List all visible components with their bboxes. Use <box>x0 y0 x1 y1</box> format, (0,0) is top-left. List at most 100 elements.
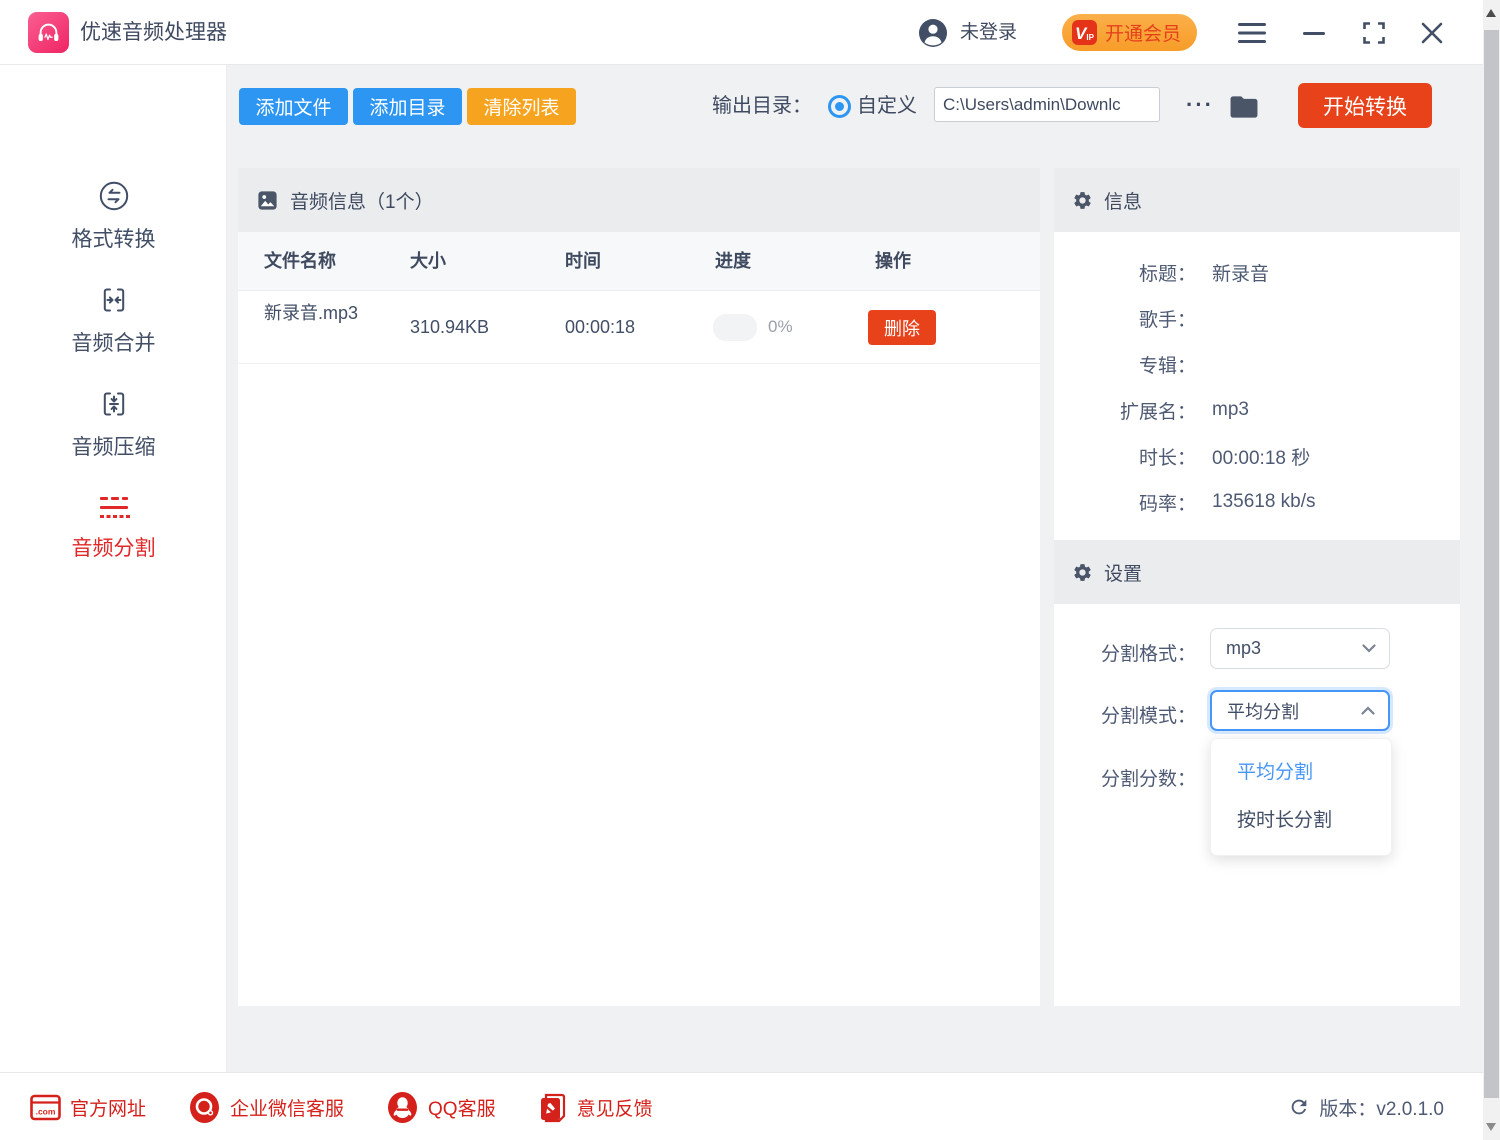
sidebar-item-audio-split[interactable]: 音频分割 <box>0 482 227 574</box>
add-file-button[interactable]: 添加文件 <box>239 88 348 125</box>
output-directory-label: 输出目录： <box>712 88 812 125</box>
vip-badge-icon: VIP <box>1072 20 1097 45</box>
sidebar-item-audio-compress[interactable]: 音频压缩 <box>0 378 227 470</box>
delete-file-button[interactable]: 删除 <box>868 310 936 345</box>
browse-more-button[interactable]: ··· <box>1184 88 1216 125</box>
table-header-row: 文件名称 大小 时间 进度 操作 <box>238 232 1040 291</box>
official-website-link[interactable]: .com 官方网址 <box>30 1094 146 1121</box>
file-size-cell: 310.94KB <box>410 291 489 363</box>
start-convert-button[interactable]: 开始转换 <box>1298 83 1432 128</box>
file-time-cell: 00:00:18 <box>565 291 635 363</box>
footer-link-label: QQ客服 <box>428 1094 496 1121</box>
svg-text:.com: .com <box>36 1106 56 1116</box>
open-folder-icon[interactable] <box>1227 90 1261 124</box>
audio-merge-icon <box>98 284 130 316</box>
custom-output-radio-label[interactable]: 自定义 <box>857 88 917 125</box>
col-header-size: 大小 <box>410 232 446 290</box>
wechat-service-link[interactable]: 企业微信客服 <box>188 1091 344 1124</box>
info-panel-header: 信息 <box>1054 168 1460 232</box>
file-name-cell: 新录音.mp3 <box>264 300 364 327</box>
add-directory-button[interactable]: 添加目录 <box>353 88 462 125</box>
info-label-extension: 扩展名： <box>1054 397 1196 424</box>
settings-panel-header: 设置 <box>1054 540 1460 604</box>
table-row: 新录音.mp3 310.94KB 00:00:18 0% 删除 <box>238 291 1040 364</box>
col-header-time: 时间 <box>565 232 601 290</box>
app-window: 优速音频处理器 未登录 VIP 开通会员 <box>0 0 1500 1140</box>
sidebar-item-audio-merge[interactable]: 音频合并 <box>0 274 227 366</box>
audio-files-panel-title: 音频信息（1个） <box>290 187 434 214</box>
sidebar-item-label: 音频合并 <box>72 327 156 357</box>
sidebar-item-label: 格式转换 <box>72 223 156 253</box>
clear-list-button[interactable]: 清除列表 <box>467 88 576 125</box>
info-panel-body: 标题： 新录音 歌手： 专辑： 扩展名： mp3 时长： 00:00:18 秒 码率：… <box>1054 232 1460 525</box>
scrollbar-down-arrow[interactable] <box>1486 1123 1496 1131</box>
maximize-icon <box>1362 21 1386 45</box>
split-mode-dropdown: 平均分割 按时长分割 <box>1210 738 1392 856</box>
app-logo <box>28 12 69 53</box>
info-label-title: 标题： <box>1054 259 1196 286</box>
sidebar: 格式转换 音频合并 音频压缩 <box>0 65 227 1072</box>
version-info: 版本：v2.0.1.0 <box>1288 1073 1444 1140</box>
vip-button-label: 开通会员 <box>1105 19 1181 46</box>
footer-link-label: 企业微信客服 <box>230 1094 344 1121</box>
minimize-icon <box>1302 21 1326 45</box>
refresh-icon[interactable] <box>1288 1096 1310 1118</box>
info-value-bitrate: 135618 kb/s <box>1212 491 1316 513</box>
minimize-button[interactable] <box>1296 0 1332 65</box>
qq-service-icon <box>386 1091 419 1124</box>
settings-panel: 设置 分割格式： mp3 分割模式： 平均分割 分割分数： 平均分割 按时长分割 <box>1054 540 1460 1006</box>
qq-service-link[interactable]: QQ客服 <box>386 1091 496 1124</box>
sidebar-item-label: 音频压缩 <box>72 431 156 461</box>
gear-icon <box>1072 190 1093 211</box>
audio-split-icon <box>97 495 131 521</box>
feedback-link[interactable]: 意见反馈 <box>538 1092 653 1123</box>
info-label-artist: 歌手： <box>1054 305 1196 332</box>
info-value-title: 新录音 <box>1212 259 1269 286</box>
dropdown-option-by-duration[interactable]: 按时长分割 <box>1211 797 1391 845</box>
footer-link-label: 官方网址 <box>70 1094 146 1121</box>
wechat-service-icon <box>188 1091 221 1124</box>
sidebar-item-format-convert[interactable]: 格式转换 <box>0 170 227 262</box>
col-header-filename: 文件名称 <box>264 232 336 290</box>
maximize-button[interactable] <box>1356 0 1392 65</box>
info-label-duration: 时长： <box>1054 443 1196 470</box>
vertical-scrollbar[interactable] <box>1483 0 1500 1140</box>
info-panel-title: 信息 <box>1104 187 1142 214</box>
footer: .com 官方网址 企业微信客服 <box>0 1072 1500 1140</box>
split-mode-label: 分割模式： <box>1054 701 1196 728</box>
footer-links: .com 官方网址 企业微信客服 <box>30 1073 653 1140</box>
settings-panel-body: 分割格式： mp3 分割模式： 平均分割 分割分数： 平均分割 按时长分割 <box>1054 604 1460 1006</box>
login-state-label[interactable]: 未登录 <box>960 0 1017 65</box>
col-header-progress: 进度 <box>715 232 751 290</box>
info-label-album: 专辑： <box>1054 351 1196 378</box>
split-count-label: 分割分数： <box>1054 764 1196 791</box>
split-format-label: 分割格式： <box>1054 639 1196 666</box>
close-icon <box>1421 22 1443 44</box>
scrollbar-up-arrow[interactable] <box>1486 9 1496 17</box>
split-mode-select[interactable]: 平均分割 <box>1210 690 1390 731</box>
scrollbar-thumb[interactable] <box>1484 30 1499 1098</box>
format-convert-icon <box>98 180 130 212</box>
info-value-extension: mp3 <box>1212 399 1249 421</box>
info-label-bitrate: 码率： <box>1054 489 1196 516</box>
info-value-duration: 00:00:18 秒 <box>1212 443 1310 470</box>
audio-compress-icon <box>98 388 130 420</box>
split-format-select[interactable]: mp3 <box>1210 628 1390 669</box>
audio-files-panel-header: 音频信息（1个） <box>238 168 1040 232</box>
chevron-down-icon <box>1362 644 1376 653</box>
chevron-up-icon <box>1361 706 1375 715</box>
user-avatar-icon[interactable] <box>918 18 948 48</box>
sidebar-item-label: 音频分割 <box>72 532 156 562</box>
menu-button[interactable] <box>1234 0 1270 65</box>
radio-dot <box>835 102 844 111</box>
close-button[interactable] <box>1414 0 1450 65</box>
dropdown-option-average-split[interactable]: 平均分割 <box>1211 749 1391 797</box>
version-label: 版本：v2.0.1.0 <box>1319 1094 1444 1121</box>
progress-bar <box>713 314 757 341</box>
output-path-input[interactable] <box>934 87 1160 122</box>
audio-info-icon <box>256 189 279 212</box>
custom-output-radio[interactable] <box>828 95 851 118</box>
open-vip-button[interactable]: VIP 开通会员 <box>1062 14 1197 51</box>
progress-percent-label: 0% <box>768 291 793 363</box>
content-area: 添加文件 添加目录 清除列表 输出目录： 自定义 ··· 开始转换 音频信息（1… <box>227 65 1483 1072</box>
